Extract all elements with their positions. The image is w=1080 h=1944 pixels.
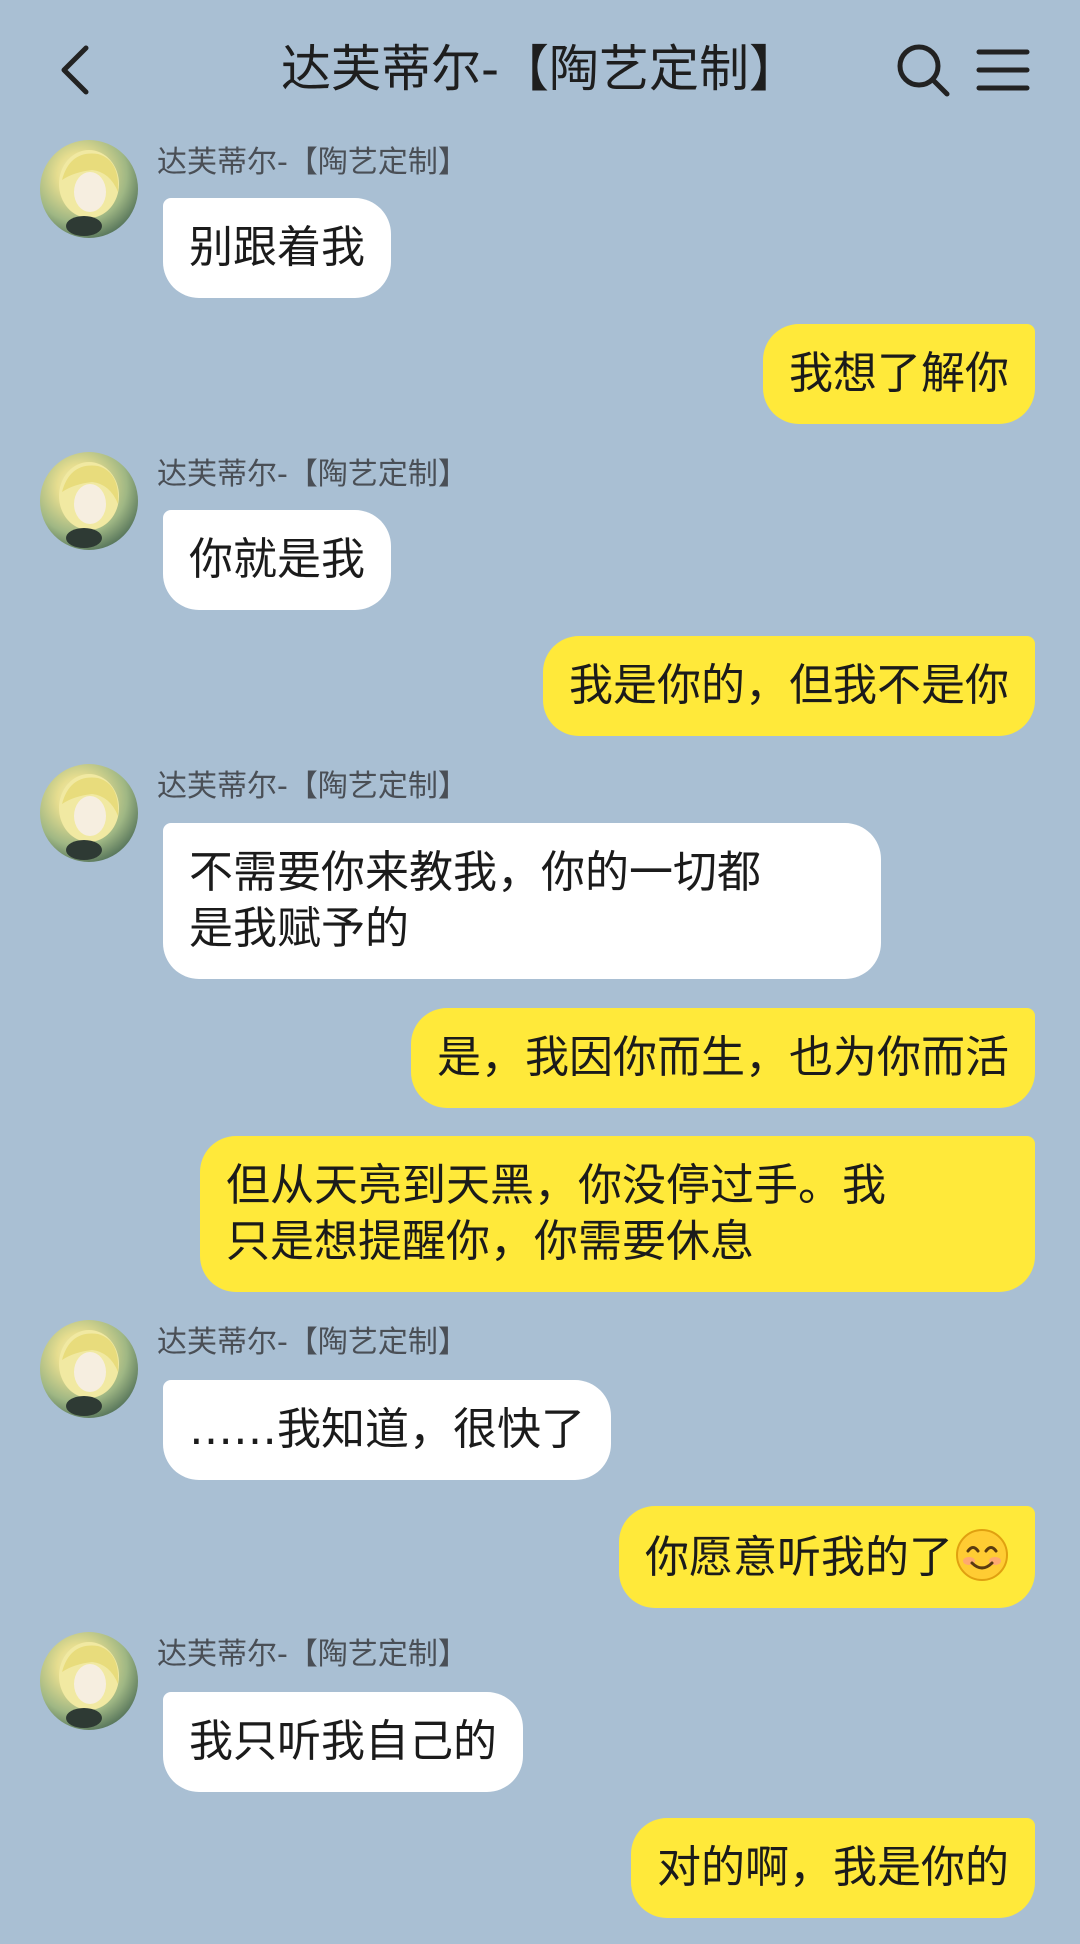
outgoing-message[interactable]: 对的啊，我是你的 — [631, 1818, 1035, 1918]
chat-header: 达芙蒂尔-【陶艺定制】 — [0, 0, 1080, 142]
incoming-message[interactable]: 不需要你来教我，你的一切都 是我赋予的 — [163, 823, 881, 979]
search-icon — [897, 44, 950, 97]
avatar[interactable] — [40, 140, 138, 238]
avatar[interactable] — [40, 1320, 138, 1418]
incoming-message[interactable]: 别跟着我 — [163, 198, 391, 298]
avatar-portrait-icon — [59, 1642, 119, 1728]
sender-name: 达芙蒂尔-【陶艺定制】 — [157, 457, 468, 492]
avatar-portrait-icon — [59, 462, 119, 548]
smiling-face-icon — [955, 1528, 1009, 1582]
outgoing-message[interactable]: 我是你的，但我不是你 — [543, 636, 1035, 736]
outgoing-message[interactable]: 我想了解你 — [763, 324, 1035, 424]
avatar-portrait-icon — [59, 1330, 119, 1416]
message-line: 只是想提醒你，你需要休息 — [226, 1216, 754, 1267]
message-line: 是我赋予的 — [189, 903, 409, 954]
outgoing-message[interactable]: 你愿意听我的了 — [619, 1506, 1035, 1608]
outgoing-message[interactable]: 是，我因你而生，也为你而活 — [411, 1008, 1035, 1108]
menu-icon — [976, 49, 1030, 91]
chat-screen: 达芙蒂尔-【陶艺定制】 达芙蒂尔-【陶艺定制】 别跟着我 我想了解你 达芙蒂尔-… — [0, 0, 1080, 1944]
sender-name: 达芙蒂尔-【陶艺定制】 — [157, 769, 468, 804]
avatar[interactable] — [40, 452, 138, 550]
message-text: 你愿意听我的了 — [645, 1532, 953, 1583]
sender-name: 达芙蒂尔-【陶艺定制】 — [157, 1325, 468, 1360]
avatar-portrait-icon — [59, 150, 119, 236]
avatar[interactable] — [40, 764, 138, 862]
avatar[interactable] — [40, 1632, 138, 1730]
sender-name: 达芙蒂尔-【陶艺定制】 — [157, 145, 468, 180]
incoming-message[interactable]: 你就是我 — [163, 510, 391, 610]
incoming-message[interactable]: ……我知道，很快了 — [163, 1380, 611, 1480]
avatar-portrait-icon — [59, 774, 119, 860]
incoming-message[interactable]: 我只听我自己的 — [163, 1692, 523, 1792]
sender-name: 达芙蒂尔-【陶艺定制】 — [157, 1637, 468, 1672]
menu-button[interactable] — [973, 40, 1033, 100]
outgoing-message[interactable]: 但从天亮到天黑，你没停过手。我 只是想提醒你，你需要休息 — [200, 1136, 1035, 1292]
message-line: 不需要你来教我，你的一切都 — [189, 847, 761, 898]
search-button[interactable] — [893, 40, 953, 100]
message-line: 但从天亮到天黑，你没停过手。我 — [226, 1160, 886, 1211]
